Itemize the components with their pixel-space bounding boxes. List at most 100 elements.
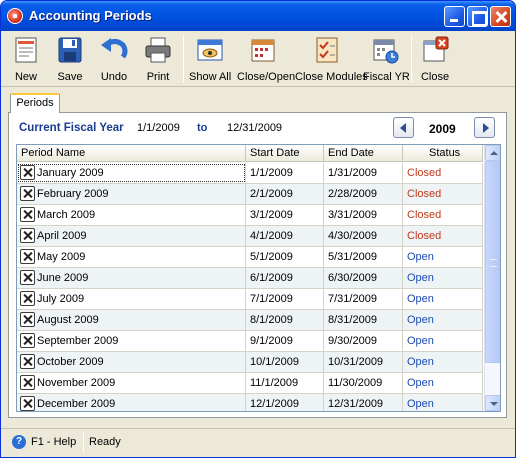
status-cell[interactable]: Open (403, 268, 483, 288)
status-cell[interactable]: Closed (403, 163, 483, 183)
close-open-button[interactable]: Close/Open (237, 33, 295, 85)
table-row[interactable]: March 2009 3/1/2009 3/31/2009 Closed (17, 205, 483, 226)
delete-period-icon[interactable] (20, 312, 35, 327)
end-date-cell[interactable]: 1/31/2009 (324, 163, 403, 183)
close-button[interactable]: Close (415, 33, 455, 85)
period-name-cell[interactable]: February 2009 (17, 184, 246, 204)
end-date-cell[interactable]: 4/30/2009 (324, 226, 403, 246)
table-row[interactable]: May 2009 5/1/2009 5/31/2009 Open (17, 247, 483, 268)
vertical-scrollbar[interactable] (484, 145, 500, 411)
end-date-cell[interactable]: 3/31/2009 (324, 205, 403, 225)
end-date-cell[interactable]: 12/31/2009 (324, 394, 403, 411)
period-name-cell[interactable]: December 2009 (17, 394, 246, 411)
period-name-cell[interactable]: August 2009 (17, 310, 246, 330)
end-date-cell[interactable]: 9/30/2009 (324, 331, 403, 351)
new-button[interactable]: New (7, 33, 45, 85)
previous-year-button[interactable] (393, 117, 414, 138)
start-date-cell[interactable]: 10/1/2009 (246, 352, 324, 372)
delete-period-icon[interactable] (20, 333, 35, 348)
status-cell[interactable]: Open (403, 331, 483, 351)
column-header-start-date[interactable]: Start Date (246, 145, 324, 162)
delete-period-icon[interactable] (20, 375, 35, 390)
end-date-cell[interactable]: 5/31/2009 (324, 247, 403, 267)
delete-period-icon[interactable] (20, 207, 35, 222)
print-button[interactable]: Print (139, 33, 177, 85)
end-date-cell[interactable]: 6/30/2009 (324, 268, 403, 288)
table-row[interactable]: July 2009 7/1/2009 7/31/2009 Open (17, 289, 483, 310)
delete-period-icon[interactable] (20, 354, 35, 369)
start-date-cell[interactable]: 2/1/2009 (246, 184, 324, 204)
next-year-button[interactable] (474, 117, 495, 138)
start-date-cell[interactable]: 12/1/2009 (246, 394, 324, 411)
help-hint[interactable]: F1 - Help (31, 436, 76, 448)
delete-period-icon[interactable] (20, 396, 35, 411)
table-row[interactable]: June 2009 6/1/2009 6/30/2009 Open (17, 268, 483, 289)
close-modules-button[interactable]: Close Modules (295, 33, 368, 85)
period-name-cell[interactable]: September 2009 (17, 331, 246, 351)
start-date-cell[interactable]: 6/1/2009 (246, 268, 324, 288)
end-date-cell[interactable]: 8/31/2009 (324, 310, 403, 330)
status-cell[interactable]: Open (403, 247, 483, 267)
table-row[interactable]: August 2009 8/1/2009 8/31/2009 Open (17, 310, 483, 331)
table-row[interactable]: April 2009 4/1/2009 4/30/2009 Closed (17, 226, 483, 247)
help-icon[interactable]: ? (12, 435, 26, 449)
undo-button[interactable]: Undo (95, 33, 133, 85)
title-bar[interactable]: Accounting Periods (1, 1, 515, 31)
period-name-cell[interactable]: November 2009 (17, 373, 246, 393)
period-name-cell[interactable]: May 2009 (17, 247, 246, 267)
show-all-button[interactable]: Show All (189, 33, 231, 85)
delete-period-icon[interactable] (20, 186, 35, 201)
start-date-cell[interactable]: 9/1/2009 (246, 331, 324, 351)
period-name-cell[interactable]: April 2009 (17, 226, 246, 246)
delete-period-icon[interactable] (20, 291, 35, 306)
delete-period-icon[interactable] (20, 228, 35, 243)
end-date-cell[interactable]: 2/28/2009 (324, 184, 403, 204)
status-cell[interactable]: Closed (403, 226, 483, 246)
minimize-button[interactable] (444, 6, 465, 27)
scroll-thumb[interactable] (485, 161, 500, 363)
end-date-cell[interactable]: 10/31/2009 (324, 352, 403, 372)
start-date-cell[interactable]: 7/1/2009 (246, 289, 324, 309)
period-name-cell[interactable]: October 2009 (17, 352, 246, 372)
table-row[interactable]: February 2009 2/1/2009 2/28/2009 Closed (17, 184, 483, 205)
table-row[interactable]: January 2009 1/1/2009 1/31/2009 Closed (17, 163, 483, 184)
start-date-cell[interactable]: 1/1/2009 (246, 163, 324, 183)
column-header-status[interactable]: Status (403, 145, 483, 162)
status-cell[interactable]: Closed (403, 184, 483, 204)
status-cell[interactable]: Closed (403, 205, 483, 225)
period-name-cell[interactable]: July 2009 (17, 289, 246, 309)
status-cell[interactable]: Open (403, 289, 483, 309)
table-row[interactable]: November 2009 11/1/2009 11/30/2009 Open (17, 373, 483, 394)
app-icon[interactable] (7, 8, 23, 24)
start-date-cell[interactable]: 4/1/2009 (246, 226, 324, 246)
start-date-cell[interactable]: 5/1/2009 (246, 247, 324, 267)
delete-period-icon[interactable] (20, 270, 35, 285)
tab-periods[interactable]: Periods (10, 93, 60, 113)
save-button[interactable]: Save (51, 33, 89, 85)
fiscal-yr-button[interactable]: Fiscal YR (363, 33, 410, 85)
start-date-cell[interactable]: 3/1/2009 (246, 205, 324, 225)
scroll-down-button[interactable] (485, 395, 500, 411)
scroll-up-button[interactable] (485, 145, 500, 161)
delete-period-icon[interactable] (20, 249, 35, 264)
start-date-cell[interactable]: 11/1/2009 (246, 373, 324, 393)
column-header-end-date[interactable]: End Date (324, 145, 403, 162)
status-cell[interactable]: Open (403, 310, 483, 330)
status-cell[interactable]: Open (403, 394, 483, 411)
end-date-cell[interactable]: 7/31/2009 (324, 289, 403, 309)
table-row[interactable]: December 2009 12/1/2009 12/31/2009 Open (17, 394, 483, 411)
status-cell[interactable]: Open (403, 373, 483, 393)
delete-period-icon[interactable] (20, 165, 35, 180)
period-name-cell[interactable]: March 2009 (17, 205, 246, 225)
maximize-button[interactable] (467, 6, 488, 27)
table-row[interactable]: September 2009 9/1/2009 9/30/2009 Open (17, 331, 483, 352)
close-label: Close (420, 71, 450, 83)
start-date-cell[interactable]: 8/1/2009 (246, 310, 324, 330)
window-close-button[interactable] (490, 6, 511, 27)
column-header-period-name[interactable]: Period Name (17, 145, 246, 162)
table-row[interactable]: October 2009 10/1/2009 10/31/2009 Open (17, 352, 483, 373)
status-cell[interactable]: Open (403, 352, 483, 372)
period-name-cell[interactable]: June 2009 (17, 268, 246, 288)
end-date-cell[interactable]: 11/30/2009 (324, 373, 403, 393)
period-name-cell[interactable]: January 2009 (17, 163, 246, 183)
